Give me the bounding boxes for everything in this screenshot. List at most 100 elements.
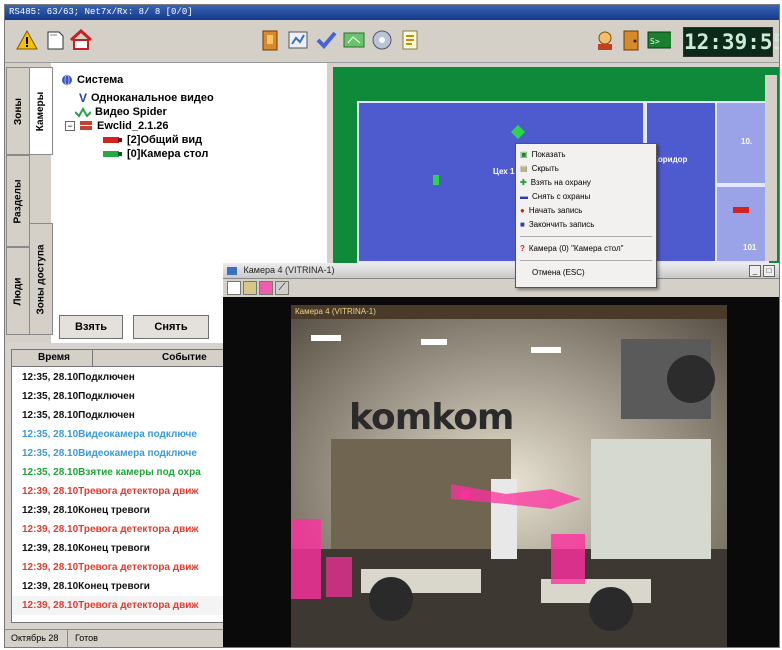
- globe-icon: [62, 74, 72, 86]
- log-event: Конец тревоги: [78, 581, 150, 592]
- log-time: 12:35, 28.10: [22, 467, 79, 478]
- log-event: Взятие камеры под охра: [78, 467, 201, 478]
- tab-sections[interactable]: Разделы: [6, 155, 30, 247]
- log-row[interactable]: 12:35, 28.10Подключен: [12, 387, 224, 406]
- log-row[interactable]: 12:35, 28.10Видеокамера подключе: [12, 425, 224, 444]
- detector-icon[interactable]: [259, 281, 273, 295]
- log-event: Подключен: [78, 372, 135, 383]
- log-row[interactable]: 12:39, 28.10Тревога детектора движ: [12, 520, 224, 539]
- tree-item[interactable]: Видео Spider: [75, 105, 167, 119]
- map-scrollbar[interactable]: [765, 75, 777, 261]
- log-row[interactable]: 12:35, 28.10Видеокамера подключе: [12, 444, 224, 463]
- document-icon[interactable]: [43, 28, 67, 52]
- log-row[interactable]: 12:35, 28.10Подключен: [12, 368, 224, 387]
- room-label: Цех 1: [493, 167, 515, 176]
- menu-record-start[interactable]: ● Начать запись: [520, 204, 582, 218]
- header-divider: [92, 350, 93, 366]
- tree-item[interactable]: − Ewclid_2.1.26: [65, 119, 169, 133]
- room-right-bottom[interactable]: [715, 185, 769, 263]
- layout-grid-icon[interactable]: [243, 281, 257, 295]
- menu-separator: [520, 236, 652, 237]
- settings-icon[interactable]: ⟋: [275, 281, 289, 295]
- room-right-top-label: 10.: [741, 137, 753, 146]
- video-frame[interactable]: Камера 4 (VITRINA-1) komkom: [291, 305, 727, 647]
- tree-item[interactable]: [2]Общий вид: [103, 133, 202, 147]
- remove-button[interactable]: Снять: [133, 315, 209, 339]
- log-row[interactable]: 12:39, 28.10Конец тревоги: [12, 539, 224, 558]
- minimize-icon[interactable]: _: [749, 265, 761, 277]
- door-icon[interactable]: [258, 28, 282, 52]
- menu-disarm[interactable]: ▬ Снять с охраны: [520, 190, 590, 204]
- maximize-icon[interactable]: □: [763, 265, 775, 277]
- collapse-icon[interactable]: −: [65, 121, 75, 131]
- check-icon[interactable]: [314, 28, 338, 52]
- menu-label: Закончить запись: [528, 220, 595, 229]
- tree-item[interactable]: [0]Камера стол: [103, 147, 208, 161]
- terminal-icon[interactable]: S>: [647, 28, 671, 52]
- log-time: 12:39, 28.10: [22, 524, 79, 535]
- tab-people-label: Люди: [12, 277, 24, 305]
- record-icon: ●: [520, 206, 525, 215]
- menu-record-stop[interactable]: ■ Закончить запись: [520, 218, 594, 232]
- tab-people[interactable]: Люди: [6, 247, 30, 335]
- event-column-header[interactable]: Событие: [162, 352, 207, 363]
- plan-icon[interactable]: [286, 28, 310, 52]
- log-event: Тревога детектора движ: [78, 600, 199, 611]
- take-button[interactable]: Взять: [59, 315, 123, 339]
- log-row[interactable]: 12:35, 28.10Подключен: [12, 406, 224, 425]
- tree-root-label: Система: [77, 74, 124, 86]
- menu-camera[interactable]: ? Камера (0) "Камера стол": [520, 242, 623, 256]
- person-standing: [491, 479, 517, 559]
- log-row[interactable]: 12:39, 28.10Тревога детектора движ: [12, 558, 224, 577]
- tree-root[interactable]: Система: [61, 73, 123, 87]
- map-camera-green[interactable]: [433, 175, 439, 185]
- log-time: 12:35, 28.10: [22, 410, 79, 421]
- camera-window: Камера 4 (VITRINA-1) _ □ ⟋ Камера 4 (VIT…: [223, 263, 779, 647]
- menu-show[interactable]: ▣ Показать: [520, 148, 566, 162]
- log-header: Время Событие: [12, 350, 224, 367]
- log-time: 12:35, 28.10: [22, 391, 79, 402]
- map-icon[interactable]: [342, 28, 366, 52]
- time-column-header[interactable]: Время: [38, 352, 70, 363]
- log-time: 12:39, 28.10: [22, 505, 79, 516]
- tab-zones[interactable]: Зоны: [6, 67, 30, 155]
- tree-item-label: [2]Общий вид: [127, 134, 203, 146]
- list-icon[interactable]: [398, 28, 422, 52]
- disc-icon[interactable]: [370, 28, 394, 52]
- status-date: Октябрь 28: [11, 633, 59, 643]
- log-event: Конец тревоги: [78, 505, 150, 516]
- minus-icon: ▬: [520, 192, 528, 201]
- status-divider: [67, 630, 68, 647]
- tree-item[interactable]: V Одноканальное видео: [79, 91, 214, 105]
- log-row[interactable]: 12:39, 28.10Конец тревоги: [12, 501, 224, 520]
- tab-cameras-label: Камеры: [35, 91, 47, 131]
- context-menu: ▣ Показать ▤ Скрыть ✚ Взять на охрану ▬ Снят…: [515, 143, 657, 288]
- event-log: Время Событие 12:35, 28.10Подключен 12:35…: [11, 349, 225, 623]
- tab-sections-label: Разделы: [12, 179, 24, 223]
- map-camera-red[interactable]: [733, 207, 749, 213]
- menu-label: Взять на охрану: [530, 178, 591, 187]
- log-row[interactable]: 12:39, 28.10Тревога детектора движ: [12, 482, 224, 501]
- log-time: 12:39, 28.10: [22, 562, 79, 573]
- layout-single-icon[interactable]: [227, 281, 241, 295]
- log-event: Тревога детектора движ: [78, 524, 199, 535]
- app-window: RS485: 63/63; Net7x/Rx: 8/ 8 [0/0] S> 12…: [4, 4, 780, 648]
- camera-toolbar: ⟋: [223, 279, 779, 297]
- tab-cameras[interactable]: Камеры: [29, 67, 53, 155]
- log-row[interactable]: 12:39, 28.10Тревога детектора движ: [12, 596, 224, 615]
- log-event: Тревога детектора движ: [78, 486, 199, 497]
- log-row[interactable]: 12:35, 28.10Взятие камеры под охра: [12, 463, 224, 482]
- camera-red-icon: [103, 137, 122, 143]
- warning-icon[interactable]: [15, 28, 39, 52]
- home-icon[interactable]: [69, 28, 93, 52]
- menu-arm[interactable]: ✚ Взять на охрану: [520, 176, 591, 190]
- menu-hide[interactable]: ▤ Скрыть: [520, 162, 559, 176]
- status-text: Готов: [75, 633, 98, 643]
- guard-icon[interactable]: [593, 28, 617, 52]
- menu-cancel[interactable]: Отмена (ESC): [532, 266, 585, 280]
- menu-separator: [520, 260, 652, 261]
- tab-access-zones[interactable]: Зоны доступа: [29, 223, 53, 335]
- plus-icon: ✚: [520, 178, 527, 187]
- access-door-icon[interactable]: [619, 28, 643, 52]
- log-row[interactable]: 12:39, 28.10Конец тревоги: [12, 577, 224, 596]
